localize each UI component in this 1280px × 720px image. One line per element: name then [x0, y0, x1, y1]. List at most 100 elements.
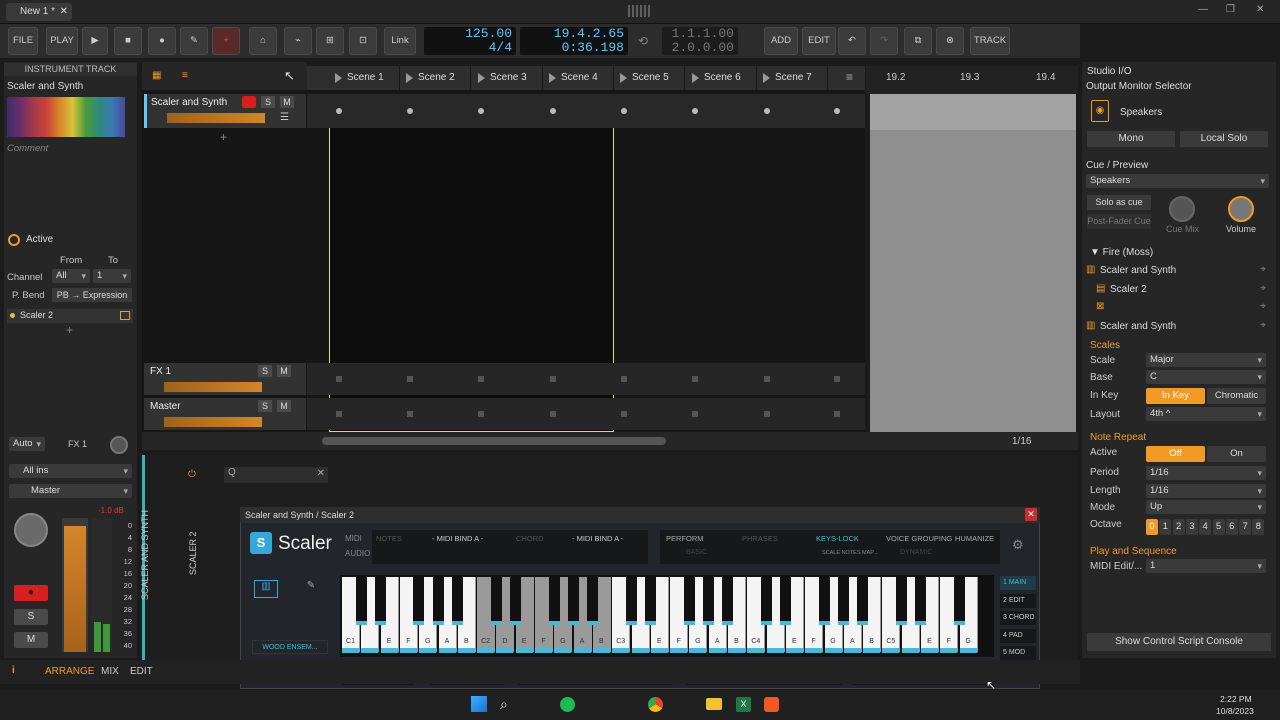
- repeat-on-button[interactable]: On: [1207, 446, 1266, 462]
- plugin-side-tab[interactable]: 5 MOD: [1000, 646, 1036, 660]
- pbend-button[interactable]: PB → Expression: [52, 288, 132, 302]
- solo-button[interactable]: S: [14, 609, 48, 625]
- pin-icon[interactable]: ⌖: [1260, 301, 1266, 312]
- scale-select[interactable]: Major: [1146, 353, 1266, 367]
- track-arm-button[interactable]: [242, 96, 256, 108]
- clip-slot[interactable]: [764, 411, 770, 417]
- search-clear-icon[interactable]: ✕: [317, 468, 325, 479]
- perform-label[interactable]: PERFORM: [666, 534, 704, 543]
- scene-4[interactable]: Scene 4: [543, 66, 614, 90]
- comment-field[interactable]: Comment: [7, 143, 48, 154]
- restore-icon[interactable]: ❐: [1226, 4, 1235, 15]
- arrange-tab[interactable]: ARRANGE: [45, 666, 94, 677]
- plugin-side-tab[interactable]: 3 CHORD: [1000, 611, 1036, 625]
- piano-black-key[interactable]: [548, 577, 560, 625]
- piano-black-key[interactable]: [567, 577, 579, 625]
- track-volume-bar[interactable]: [167, 113, 265, 123]
- octave-button[interactable]: 8: [1252, 519, 1265, 535]
- plugin-side-tab[interactable]: 4 PAD: [1000, 628, 1036, 643]
- track-header-fx[interactable]: FX 1 S M: [144, 363, 306, 395]
- clip-slot[interactable]: [550, 376, 556, 382]
- clip-slot[interactable]: [692, 108, 698, 114]
- auto-select[interactable]: Auto: [9, 437, 45, 451]
- record-icon[interactable]: ●: [148, 27, 176, 55]
- list-view-icon[interactable]: ≡: [182, 70, 188, 81]
- plugin-close-icon[interactable]: ✕: [1025, 508, 1037, 521]
- undo-icon[interactable]: ↶: [838, 27, 866, 55]
- close-window-icon[interactable]: ✕: [1256, 4, 1264, 15]
- arm-icon[interactable]: +: [212, 27, 240, 55]
- clip-slot[interactable]: [478, 376, 484, 382]
- add-device-icon[interactable]: +: [66, 323, 73, 337]
- fx-send-knob[interactable]: [110, 436, 128, 454]
- grid-view-icon[interactable]: ▦: [152, 70, 161, 81]
- track-solo-button[interactable]: S: [258, 365, 272, 377]
- settings-icon[interactable]: ⚙: [1012, 537, 1024, 553]
- piano-black-key[interactable]: [915, 577, 927, 625]
- humanize-label[interactable]: HUMANIZE: [955, 534, 994, 543]
- piano-black-key[interactable]: [374, 577, 386, 625]
- fire-item[interactable]: ▥ Scaler and Synth ⌖: [1086, 264, 1272, 278]
- clip-slot[interactable]: [336, 411, 342, 417]
- plugin-side-tab[interactable]: 1 MAIN: [1000, 576, 1036, 590]
- pin-icon[interactable]: ⌖: [1260, 283, 1266, 294]
- metronome-icon[interactable]: ⌂: [249, 27, 277, 55]
- horizontal-scrollbar[interactable]: [322, 437, 666, 445]
- piano-black-key[interactable]: [702, 577, 714, 625]
- fire-section-title[interactable]: ▼ Fire (Moss): [1090, 247, 1153, 258]
- piano-black-key[interactable]: [722, 577, 734, 625]
- post-fader-cue-button[interactable]: Post-Fader Cue: [1087, 214, 1151, 229]
- channel-from-select[interactable]: All: [52, 269, 90, 283]
- piano-black-key[interactable]: [818, 577, 830, 625]
- record-arm-button[interactable]: ●: [14, 585, 48, 601]
- grid-value[interactable]: 1/16: [1012, 436, 1031, 447]
- clock-date[interactable]: 10/8/2023: [1216, 706, 1254, 716]
- spotify-icon[interactable]: [560, 697, 575, 712]
- track-mute-button[interactable]: M: [277, 365, 291, 377]
- keyboard-mode-icon[interactable]: ▥: [254, 580, 278, 598]
- instrument-select[interactable]: WOOD ENSEM...: [252, 640, 328, 654]
- piano-black-key[interactable]: [760, 577, 772, 625]
- insert-icon[interactable]: ⊞: [316, 27, 344, 55]
- automation-icon[interactable]: ✎: [180, 27, 208, 55]
- cue-output-select[interactable]: Speakers: [1086, 174, 1269, 188]
- copy-icon[interactable]: ⧉: [904, 27, 932, 55]
- scene-5[interactable]: Scene 5: [614, 66, 685, 90]
- input-select[interactable]: All ins: [9, 464, 132, 478]
- active-icon[interactable]: [8, 234, 20, 246]
- device-power-icon[interactable]: ⏻: [188, 469, 196, 480]
- piano-black-key[interactable]: [625, 577, 637, 625]
- fire-item[interactable]: ▥ Scaler and Synth ⌖: [1086, 320, 1272, 334]
- audio-label[interactable]: AUDIO: [345, 549, 370, 558]
- octave-button[interactable]: 3: [1185, 519, 1198, 535]
- track-volume-bar[interactable]: [164, 417, 262, 427]
- octave-button[interactable]: 1: [1159, 519, 1172, 535]
- track-solo-button[interactable]: S: [261, 96, 275, 108]
- add-button[interactable]: ADD: [764, 27, 798, 55]
- grid-icon[interactable]: [628, 5, 652, 17]
- piano-black-key[interactable]: [432, 577, 444, 625]
- loop-display[interactable]: 1.1.1.00 2.0.0.00: [662, 27, 738, 55]
- clip-slot[interactable]: [692, 376, 698, 382]
- control-script-console-button[interactable]: Show Control Script Console: [1087, 633, 1271, 651]
- overdub-icon[interactable]: ⌁: [284, 27, 312, 55]
- clip-slot[interactable]: [764, 376, 770, 382]
- color-palette[interactable]: [7, 97, 125, 137]
- scale-notes-map-label[interactable]: SCALE NOTES MAP...: [822, 550, 878, 556]
- scene-6[interactable]: Scene 6: [686, 66, 757, 90]
- clip-slot[interactable]: [478, 411, 484, 417]
- stop-icon[interactable]: ■: [114, 27, 142, 55]
- edit-tab[interactable]: EDIT: [130, 666, 153, 677]
- follow-icon[interactable]: ⊡: [349, 27, 377, 55]
- play-button[interactable]: PLAY: [46, 27, 78, 55]
- midi-edit-select[interactable]: 1: [1146, 559, 1266, 573]
- clip-slot[interactable]: [407, 376, 413, 382]
- pointer-tool-icon[interactable]: ↖: [284, 68, 295, 84]
- clip-slot[interactable]: [336, 376, 342, 382]
- track-solo-button[interactable]: S: [258, 400, 272, 412]
- speaker-icon[interactable]: ◉: [1091, 100, 1109, 122]
- clock-time[interactable]: 2:22 PM: [1220, 694, 1252, 704]
- device-search-field[interactable]: Q ✕: [224, 467, 328, 483]
- excel-icon[interactable]: X: [736, 697, 751, 712]
- octave-button[interactable]: 2: [1172, 519, 1185, 535]
